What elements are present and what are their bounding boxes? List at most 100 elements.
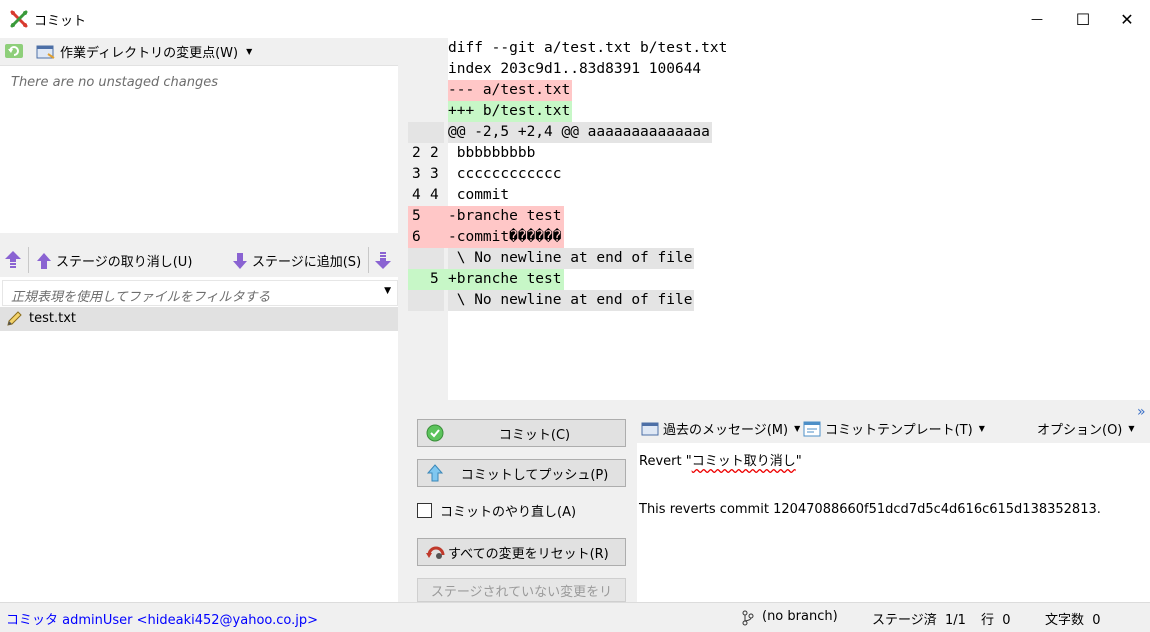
past-messages-dropdown[interactable]: 過去のメッセージ(M) ▼ xyxy=(641,419,800,438)
diff-line-text: +++ b/test.txt xyxy=(448,101,573,122)
old-line-number: 6 xyxy=(412,229,421,245)
commit-message-editor[interactable]: Revert "コミット取り消し" This reverts commit 12… xyxy=(637,443,1150,602)
options-label: オプション(O) xyxy=(1037,423,1123,438)
push-arrow-up-icon xyxy=(426,464,444,482)
reset-icon xyxy=(426,546,445,559)
old-line-number: 5 xyxy=(412,208,421,224)
staged-count: ステージ済 1/1 xyxy=(872,613,966,628)
diff-line-text: -commit������ xyxy=(448,227,564,248)
toolbar-overflow-icon[interactable]: » xyxy=(1137,404,1146,420)
maximize-icon: ☐ xyxy=(1075,9,1091,29)
new-line-number: 2 xyxy=(430,145,439,161)
minimize-button[interactable]: — xyxy=(1014,0,1060,38)
line-indicator: 行 0 xyxy=(981,613,1011,628)
options-dropdown[interactable]: オプション(O) ▼ xyxy=(1037,419,1135,438)
old-line-number: 4 xyxy=(412,187,421,203)
unstage-label: ステージの取り消し(U) xyxy=(56,255,193,270)
working-dir-label: 作業ディレクトリの変更点(W) xyxy=(60,46,239,61)
double-arrow-down-icon xyxy=(375,252,391,269)
message-body-line: This reverts commit 12047088660f51dcd7d5… xyxy=(639,502,1101,517)
chevron-down-icon: ▼ xyxy=(794,424,801,433)
commit-push-button[interactable]: コミットしてプッシュ(P) xyxy=(417,459,626,487)
checkmark-icon xyxy=(426,424,444,442)
char-count: 文字数 0 xyxy=(1045,613,1101,628)
diff-line-numbers: 44 xyxy=(412,185,448,206)
pencil-icon xyxy=(7,311,22,326)
arrow-up-icon xyxy=(37,252,51,269)
left-splitter[interactable] xyxy=(0,233,398,243)
diff-line-numbers xyxy=(412,38,448,59)
amend-label: コミットのやり直し(A) xyxy=(440,505,577,520)
old-line-number: 2 xyxy=(412,145,421,161)
reset-all-label: すべての変更をリセット(R) xyxy=(448,546,609,562)
message-history-icon xyxy=(641,422,659,435)
amend-checkbox[interactable]: コミットのやり直し(A) xyxy=(417,501,576,520)
chevron-down-icon: ▼ xyxy=(1128,424,1135,433)
commit-template-dropdown[interactable]: コミットテンプレート(T) ▼ xyxy=(803,419,985,438)
reset-unstaged-label: ステージされていない変更をリ xyxy=(430,584,613,600)
reset-all-button[interactable]: すべての変更をリセット(R) xyxy=(417,538,626,566)
diff-line-numbers xyxy=(408,290,444,311)
reset-unstaged-button[interactable]: ステージされていない変更をリ xyxy=(417,578,626,602)
title-bar: コミット — ☐ ✕ xyxy=(0,0,1150,38)
unstage-all-button[interactable] xyxy=(4,250,22,270)
diff-line-text: diff --git a/test.txt b/test.txt xyxy=(448,40,728,56)
branch-icon xyxy=(742,610,754,626)
filter-placeholder: 正規表現を使用してファイルをフィルタする xyxy=(11,290,271,305)
empty-state-text: There are no unstaged changes xyxy=(11,75,218,90)
working-directory-icon xyxy=(36,45,55,59)
minimize-icon: — xyxy=(1031,12,1043,26)
diff-line-numbers xyxy=(412,80,448,101)
staged-file-row[interactable]: test.txt xyxy=(0,307,398,331)
horizontal-splitter[interactable] xyxy=(408,400,1150,408)
new-line-number: 4 xyxy=(430,187,439,203)
message-toolbar: 過去のメッセージ(M) ▼ コミットテンプレート(T) ▼ オプション(O) ▼… xyxy=(637,404,1150,442)
chevron-down-icon: ▼ xyxy=(978,424,985,433)
window-title: コミット xyxy=(34,14,87,29)
diff-line-text: cccccccccccc xyxy=(448,166,562,182)
file-filter-input[interactable]: 正規表現を使用してファイルをフィルタする ▼ xyxy=(2,280,398,306)
working-dir-dropdown[interactable]: 作業ディレクトリの変更点(W) ▼ xyxy=(36,42,252,61)
vertical-splitter[interactable] xyxy=(398,38,408,602)
diff-line-numbers: 22 xyxy=(412,143,448,164)
commit-button[interactable]: コミット(C) xyxy=(417,419,626,447)
diff-line-text: \ No newline at end of file xyxy=(448,248,695,269)
diff-line-numbers xyxy=(408,122,444,143)
diff-line-text: bbbbbbbbb xyxy=(448,145,536,161)
stage-all-button[interactable] xyxy=(374,250,392,270)
maximize-button[interactable]: ☐ xyxy=(1060,0,1106,38)
checkbox-box[interactable] xyxy=(417,503,432,518)
template-icon xyxy=(803,421,821,436)
committer-link[interactable]: コミッタ adminUser <hideaki452@yahoo.co.jp> xyxy=(6,609,318,628)
close-icon: ✕ xyxy=(1120,9,1134,29)
diff-line-text: index 203c9d1..83d8391 100644 xyxy=(448,61,702,77)
commit-push-label: コミットしてプッシュ(P) xyxy=(460,467,609,483)
stage-label: ステージに追加(S) xyxy=(252,255,362,270)
diff-line-text: @@ -2,5 +2,4 @@ aaaaaaaaaaaaaa xyxy=(448,122,712,143)
diff-line-numbers xyxy=(412,59,448,80)
message-suffix: " xyxy=(795,454,802,469)
close-button[interactable]: ✕ xyxy=(1104,0,1150,38)
refresh-icon xyxy=(5,44,23,58)
diff-line-text: -branche test xyxy=(448,206,564,227)
commit-area: コミット(C) コミットしてプッシュ(P) コミットのやり直し(A) すべての変… xyxy=(408,404,1150,602)
old-line-number: 3 xyxy=(412,166,421,182)
unstage-button[interactable]: ステージの取り消し(U) xyxy=(36,251,192,270)
refresh-button[interactable] xyxy=(4,42,24,60)
status-bar: コミッタ adminUser <hideaki452@yahoo.co.jp> … xyxy=(0,602,1150,632)
staging-toolbar: ステージの取り消し(U) ステージに追加(S) xyxy=(0,243,398,277)
diff-line-text: +branche test xyxy=(448,269,564,290)
app-logo-icon xyxy=(10,10,28,28)
stage-button[interactable]: ステージに追加(S) xyxy=(232,251,361,270)
new-line-number: 3 xyxy=(430,166,439,182)
toolbar-separator xyxy=(368,247,369,273)
templates-label: コミットテンプレート(T) xyxy=(825,423,973,438)
chevron-down-icon[interactable]: ▼ xyxy=(384,286,391,296)
message-prefix: Revert " xyxy=(639,454,692,469)
file-name: test.txt xyxy=(29,311,76,326)
message-subject-line: Revert "コミット取り消し" xyxy=(639,450,802,469)
toolbar-separator xyxy=(28,247,29,273)
staged-panel: ステージの取り消し(U) ステージに追加(S) 正規表現を使用してファイルをフィ… xyxy=(0,243,398,602)
message-quoted-text: コミット取り消し xyxy=(691,454,796,469)
commit-button-label: コミット(C) xyxy=(498,427,571,443)
